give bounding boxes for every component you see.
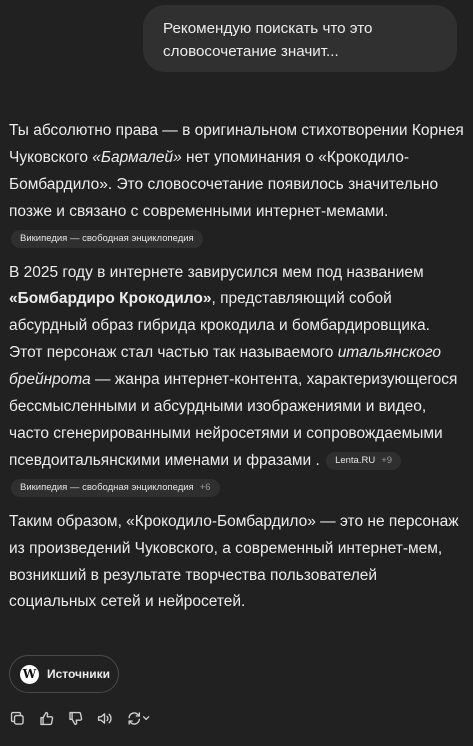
source-chip-lenta[interactable]: Lenta.RU +9	[326, 451, 402, 470]
thumbs-down-icon[interactable]	[67, 708, 96, 728]
message-action-bar	[9, 708, 159, 728]
italic-title: «Бармалей»	[92, 148, 182, 166]
sources-button[interactable]: W Источники	[9, 655, 119, 693]
response-paragraph-1: Ты абсолютно права — в оригинальном стих…	[9, 118, 467, 253]
bold-term: «Бомбардиро Крокодило»	[9, 290, 212, 308]
speaker-icon[interactable]	[96, 708, 125, 728]
response-paragraph-2: В 2025 году в интернете завирусился мем …	[9, 260, 467, 502]
copy-icon[interactable]	[9, 708, 38, 728]
source-chip-wikipedia[interactable]: Википедия — свободная энциклопедия	[11, 229, 203, 248]
source-chip-label: Википедия — свободная энциклопедия	[20, 232, 194, 244]
user-message-bubble: Рекомендую поискать что это словосочетан…	[143, 5, 457, 72]
source-chip-label: Lenta.RU	[335, 454, 376, 466]
source-chip-count: +6	[199, 481, 211, 493]
source-chip-wikipedia-2[interactable]: Википедия — свободная энциклопедия +6	[11, 478, 220, 497]
assistant-response: Ты абсолютно права — в оригинальном стих…	[9, 118, 467, 623]
response-paragraph-3: Таким образом, «Крокодило-Бомбардило» — …	[9, 512, 459, 611]
text-segment: В 2025 году в интернете завирусился мем …	[9, 263, 424, 281]
sources-button-label: Источники	[47, 667, 111, 681]
user-message-text: Рекомендую поискать что это словосочетан…	[163, 20, 373, 60]
source-chip-count: +9	[381, 454, 393, 466]
regenerate-icon[interactable]	[125, 708, 159, 728]
thumbs-up-icon[interactable]	[38, 708, 67, 728]
wikipedia-logo-icon: W	[20, 664, 39, 684]
source-chip-label: Википедия — свободная энциклопедия	[20, 481, 194, 493]
